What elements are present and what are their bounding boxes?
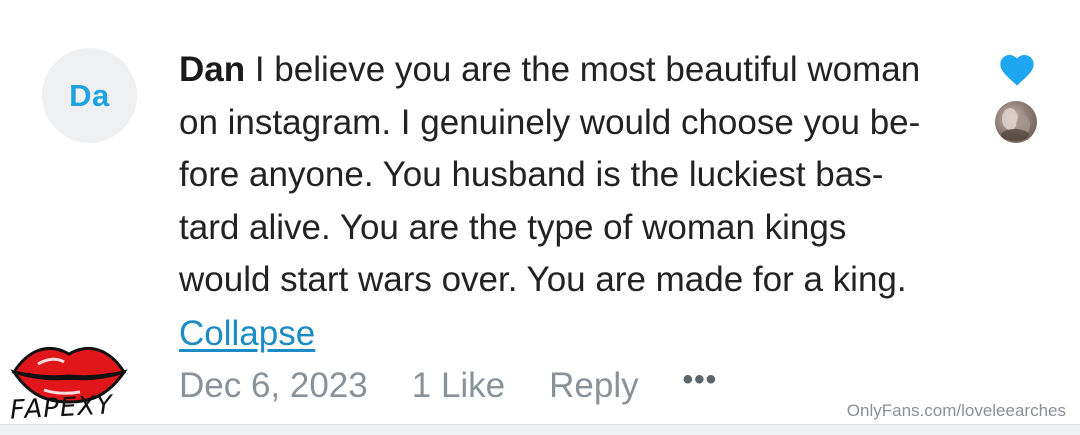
comment-line: Dan I believe you are the most beautiful… — [179, 44, 969, 97]
comment-text-line: fore anyone. You husband is the luckiest… — [179, 155, 884, 194]
comment-text-line: would start wars over. You are made for … — [179, 260, 907, 299]
comment-date: Dec 6, 2023 — [179, 366, 368, 405]
author-avatar[interactable]: Da — [42, 48, 137, 143]
comment-text-line: on instagram. I genuinely would choose y… — [179, 102, 921, 142]
more-options-icon[interactable]: ••• — [683, 365, 718, 402]
comment-text-line: tard alive. You are the type of woman ki… — [179, 207, 847, 247]
comment-text-line: I believe you are the most beautiful wom… — [254, 50, 921, 89]
reply-button[interactable]: Reply — [549, 366, 638, 406]
liker-photo-icon — [1001, 108, 1030, 141]
liker-avatar[interactable] — [995, 101, 1037, 143]
comment: Da Dan I believe you are the most beauti… — [0, 0, 1080, 424]
collapse-link[interactable]: Collapse — [179, 312, 315, 356]
heart-icon[interactable] — [997, 50, 1037, 90]
avatar-initials: Da — [69, 77, 110, 113]
logo-text: FAPEXY — [9, 390, 114, 426]
bottom-divider — [0, 424, 1080, 435]
comment-meta-row: Dec 6, 2023 1 Like Reply ••• — [179, 364, 717, 408]
likes-count-button[interactable]: 1 Like — [412, 366, 505, 406]
comment-body: Dan I believe you are the most beautiful… — [179, 44, 969, 307]
watermark: OnlyFans.com/loveleearches — [846, 401, 1066, 420]
author-name[interactable]: Dan — [179, 50, 245, 89]
